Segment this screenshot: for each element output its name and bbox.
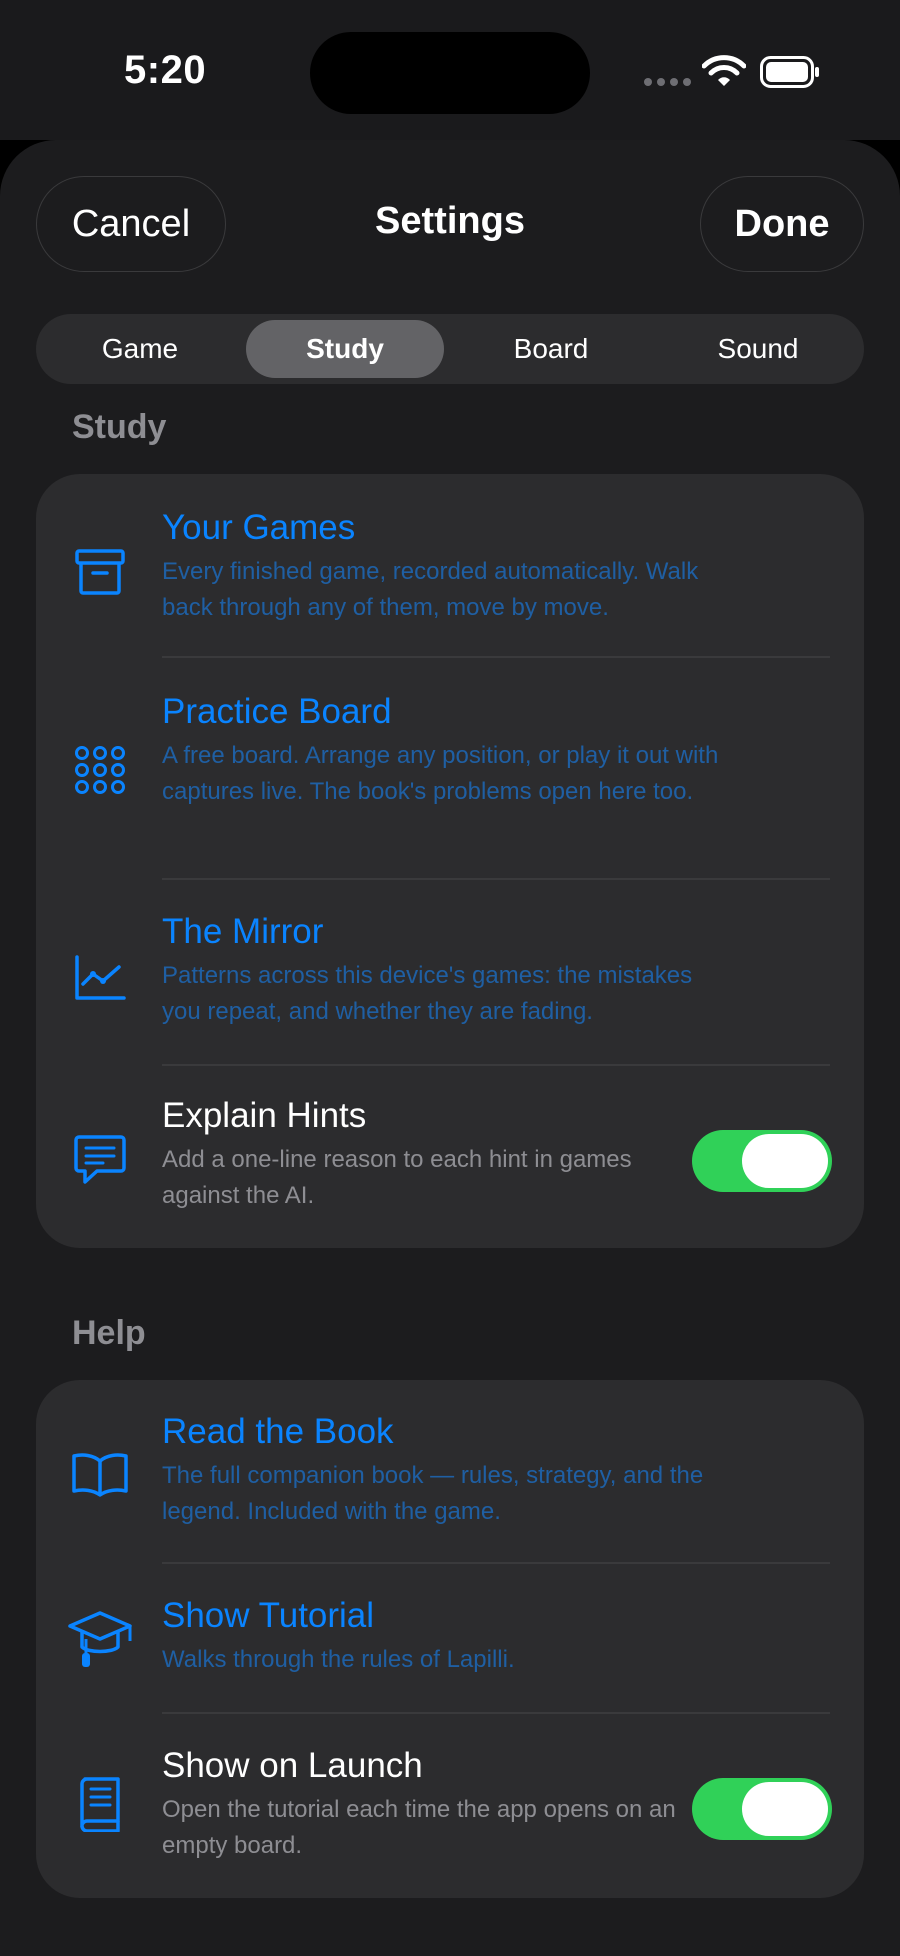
done-button[interactable]: Done [700,176,864,272]
read-the-book-description: The full companion book — rules, strateg… [162,1462,704,1525]
status-time: 5:20 [124,48,207,92]
show-on-launch-toggle[interactable] [692,1778,832,1840]
your-games-title: Your Games [162,508,356,547]
help-card: Read the Book The full companion book — … [36,1380,864,1898]
toggle-knob [742,1134,828,1188]
dot-grid-icon [68,738,132,802]
the-mirror-description: Patterns across this device's games: the… [162,962,693,1025]
practice-board-title: Practice Board [162,692,392,731]
open-book-icon [68,1442,132,1506]
explain-hints-toggle[interactable] [692,1130,832,1192]
show-tutorial-description: Walks through the rules of Lapilli. [162,1646,515,1673]
explain-hints-row: Explain Hints Add a one-line reason to e… [36,1066,864,1248]
archive-box-icon [68,540,132,604]
line-chart-icon [68,946,132,1010]
tab-study[interactable]: Study [246,320,444,378]
dynamic-island [310,32,590,114]
tab-board[interactable]: Board [452,320,650,378]
study-card: Your Games Every finished game, recorded… [36,474,864,1248]
read-the-book-row[interactable]: Read the Book The full companion book — … [36,1380,864,1562]
toggle-knob [742,1782,828,1836]
show-on-launch-title: Show on Launch [162,1746,423,1785]
wifi-icon [702,55,746,86]
study-section-header: Study [72,408,167,446]
practice-board-description: A free board. Arrange any position, or p… [162,742,719,805]
closed-book-icon [68,1772,132,1836]
speech-bubble-icon [68,1128,132,1192]
settings-tab-bar: Game Study Board Sound [36,314,864,384]
read-the-book-title: Read the Book [162,1412,394,1451]
tab-sound[interactable]: Sound [658,320,858,378]
show-tutorial-title: Show Tutorial [162,1596,375,1635]
the-mirror-row[interactable]: The Mirror Patterns across this device's… [36,880,864,1064]
show-on-launch-description: Open the tutorial each time the app open… [162,1796,676,1859]
show-on-launch-row: Show on Launch Open the tutorial each ti… [36,1714,864,1898]
status-bar: 5:20 [0,0,900,140]
your-games-description: Every finished game, recorded automatica… [162,558,699,621]
tab-game[interactable]: Game [42,320,238,378]
graduation-cap-icon [64,1608,136,1672]
explain-hints-title: Explain Hints [162,1096,367,1135]
cellular-signal-icon [644,78,691,86]
help-section-header: Help [72,1314,146,1352]
your-games-row[interactable]: Your Games Every finished game, recorded… [36,474,864,656]
practice-board-row[interactable]: Practice Board A free board. Arrange any… [36,658,864,878]
show-tutorial-row[interactable]: Show Tutorial Walks through the rules of… [36,1564,864,1712]
explain-hints-description: Add a one-line reason to each hint in ga… [162,1146,632,1209]
the-mirror-title: The Mirror [162,912,324,951]
battery-icon [760,56,819,88]
